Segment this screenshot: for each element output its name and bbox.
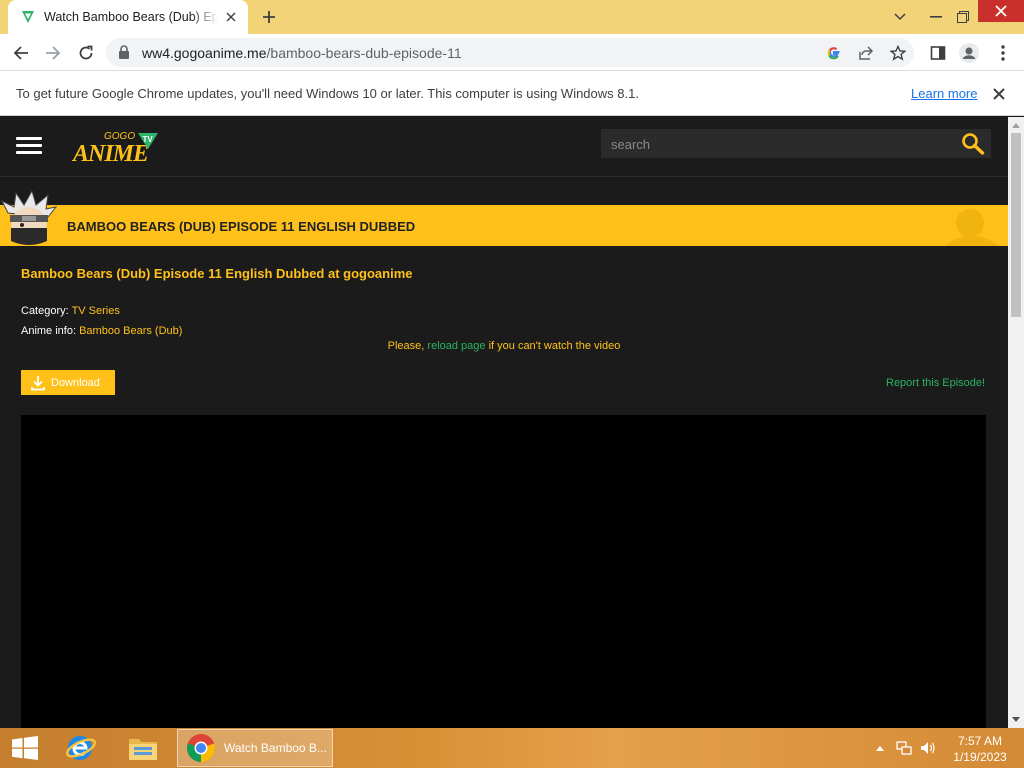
hamburger-menu-icon[interactable] bbox=[16, 137, 42, 155]
taskbar-chrome-label: Watch Bamboo B... bbox=[224, 741, 327, 755]
taskbar-clock[interactable]: 7:57 AM 1/19/2023 bbox=[944, 733, 1016, 765]
lock-icon[interactable] bbox=[118, 45, 130, 59]
reload-page-link[interactable]: reload page bbox=[427, 340, 485, 352]
update-infobar: To get future Google Chrome updates, you… bbox=[0, 71, 1024, 116]
file-explorer-icon[interactable] bbox=[120, 728, 166, 768]
gogoanime-favicon-icon bbox=[22, 11, 34, 23]
system-tray bbox=[872, 728, 940, 768]
window-close-button[interactable] bbox=[978, 0, 1024, 22]
anime-info-link[interactable]: Bamboo Bears (Dub) bbox=[79, 325, 182, 337]
report-episode-link[interactable]: Report this Episode! bbox=[886, 377, 985, 389]
infobar-message: To get future Google Chrome updates, you… bbox=[16, 86, 639, 101]
scroll-up-arrow-icon[interactable] bbox=[1012, 123, 1020, 128]
download-label: Download bbox=[51, 376, 100, 389]
profile-avatar-icon[interactable] bbox=[956, 40, 982, 66]
page-viewport: GOGO ANIME TV BAMBOO BEARS (DUB) EPISODE… bbox=[0, 117, 1008, 728]
anime-info-row: Anime info: Bamboo Bears (Dub) bbox=[21, 325, 182, 337]
reload-notice: Please, reload page if you can't watch t… bbox=[387, 340, 621, 352]
new-tab-button[interactable] bbox=[258, 6, 280, 28]
clock-date: 1/19/2023 bbox=[953, 750, 1007, 764]
banner-title: BAMBOO BEARS (DUB) EPISODE 11 ENGLISH DU… bbox=[67, 219, 416, 234]
search-icon[interactable] bbox=[961, 132, 985, 156]
url-text[interactable]: ww4.gogoanime.me/bamboo-bears-dub-episod… bbox=[142, 45, 462, 61]
site-search-box bbox=[601, 129, 991, 158]
category-row: Category: TV Series bbox=[21, 305, 120, 317]
side-panel-icon[interactable] bbox=[925, 40, 951, 66]
scroll-down-arrow-icon[interactable] bbox=[1012, 717, 1020, 722]
infobar-close-icon[interactable] bbox=[990, 85, 1008, 103]
episode-heading: Bamboo Bears (Dub) Episode 11 English Du… bbox=[21, 266, 413, 281]
svg-text:TV: TV bbox=[143, 135, 154, 144]
windows-taskbar: Watch Bamboo B... 7:57 AM 1/19/2023 bbox=[0, 728, 1024, 768]
address-bar[interactable]: ww4.gogoanime.me/bamboo-bears-dub-episod… bbox=[106, 38, 914, 67]
learn-more-link[interactable]: Learn more bbox=[911, 86, 977, 101]
category-link[interactable]: TV Series bbox=[72, 305, 120, 317]
banner-character-art bbox=[945, 209, 1000, 246]
page-scrollbar[interactable] bbox=[1008, 117, 1024, 728]
chrome-menu-icon[interactable] bbox=[990, 40, 1016, 66]
search-input[interactable] bbox=[611, 135, 951, 153]
restore-button[interactable] bbox=[950, 0, 976, 34]
tab-strip: Watch Bamboo Bears (Dub) Episode 11 Engl… bbox=[0, 0, 1024, 34]
episode-content: Bamboo Bears (Dub) Episode 11 English Du… bbox=[0, 246, 1008, 728]
browser-tab[interactable]: Watch Bamboo Bears (Dub) Episode 11 Engl… bbox=[8, 0, 248, 34]
google-translate-icon[interactable] bbox=[824, 43, 844, 63]
tab-title: Watch Bamboo Bears (Dub) Episode 11 Engl… bbox=[44, 10, 218, 24]
gogoanime-logo[interactable]: GOGO ANIME TV bbox=[72, 127, 162, 167]
clock-time: 7:57 AM bbox=[957, 734, 1003, 748]
network-icon[interactable] bbox=[892, 741, 916, 755]
scrollbar-thumb[interactable] bbox=[1011, 133, 1021, 317]
reload-icon[interactable] bbox=[73, 40, 99, 66]
forward-arrow-icon[interactable] bbox=[40, 40, 66, 66]
tab-close-icon[interactable] bbox=[222, 8, 240, 26]
download-button[interactable]: Download bbox=[21, 370, 115, 395]
svg-text:ANIME: ANIME bbox=[72, 141, 148, 167]
tab-search-chevron-icon[interactable] bbox=[888, 0, 912, 34]
site-header: GOGO ANIME TV bbox=[0, 117, 1008, 177]
back-arrow-icon[interactable] bbox=[8, 40, 34, 66]
share-icon[interactable] bbox=[856, 43, 876, 63]
download-icon bbox=[31, 375, 45, 390]
taskbar-chrome-button[interactable]: Watch Bamboo B... bbox=[177, 729, 333, 767]
browser-toolbar: ww4.gogoanime.me/bamboo-bears-dub-episod… bbox=[0, 34, 1024, 71]
anime-info-label: Anime info: bbox=[21, 325, 77, 337]
volume-icon[interactable] bbox=[916, 741, 940, 755]
minimize-button[interactable] bbox=[922, 0, 950, 34]
category-label: Category: bbox=[21, 305, 69, 317]
internet-explorer-icon[interactable] bbox=[58, 728, 104, 768]
video-player[interactable] bbox=[21, 415, 986, 728]
chrome-icon bbox=[187, 734, 215, 762]
mascot-character-icon bbox=[0, 191, 58, 245]
bookmark-star-icon[interactable] bbox=[888, 43, 908, 63]
tray-expand-arrow-icon[interactable] bbox=[872, 745, 888, 751]
start-button-windows-icon[interactable] bbox=[0, 728, 50, 768]
